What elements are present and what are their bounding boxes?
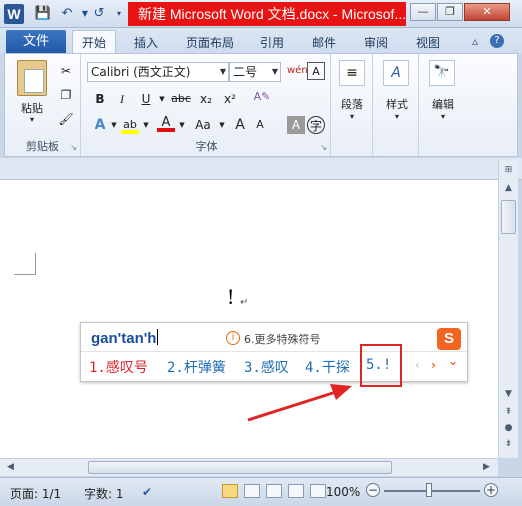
select-browse-object-icon[interactable]: ● xyxy=(500,420,517,436)
scroll-down-icon[interactable]: ▼ xyxy=(500,386,517,402)
scroll-up-icon[interactable]: ▲ xyxy=(500,180,517,196)
annotation-arrow xyxy=(247,384,352,422)
zoom-slider-track[interactable] xyxy=(384,490,480,492)
next-page-icon[interactable]: ⇟ xyxy=(500,436,517,452)
zoom-level[interactable]: 100% xyxy=(326,485,360,499)
outline-view-icon[interactable] xyxy=(288,484,304,498)
zoom-out-icon[interactable]: − xyxy=(366,483,380,497)
word-count[interactable]: 字数: 1 xyxy=(84,485,124,502)
proofing-icon[interactable]: ✔ xyxy=(142,485,152,499)
vertical-scrollbar[interactable]: ⊞ ▲ ▼ ⇞ ● ⇟ xyxy=(498,160,518,458)
print-layout-view-icon[interactable] xyxy=(222,484,238,498)
zoom-in-icon[interactable]: + xyxy=(484,483,498,497)
horizontal-scroll-thumb[interactable] xyxy=(88,461,392,474)
zoom-slider-thumb[interactable] xyxy=(426,483,432,497)
draft-view-icon[interactable] xyxy=(310,484,326,498)
scroll-left-icon[interactable]: ◀ xyxy=(2,459,19,475)
full-screen-reading-view-icon[interactable] xyxy=(244,484,260,498)
status-bar: 页面: 1/1 字数: 1 ✔ 100% − + xyxy=(0,477,522,506)
scroll-right-icon[interactable]: ▶ xyxy=(478,459,495,475)
vertical-scroll-thumb[interactable] xyxy=(501,200,516,234)
horizontal-scrollbar[interactable]: ◀ ▶ xyxy=(0,458,498,476)
web-layout-view-icon[interactable] xyxy=(266,484,282,498)
page-count[interactable]: 页面: 1/1 xyxy=(10,485,61,502)
previous-page-icon[interactable]: ⇞ xyxy=(500,404,517,420)
ruler-toggle-icon[interactable]: ⊞ xyxy=(500,162,517,178)
